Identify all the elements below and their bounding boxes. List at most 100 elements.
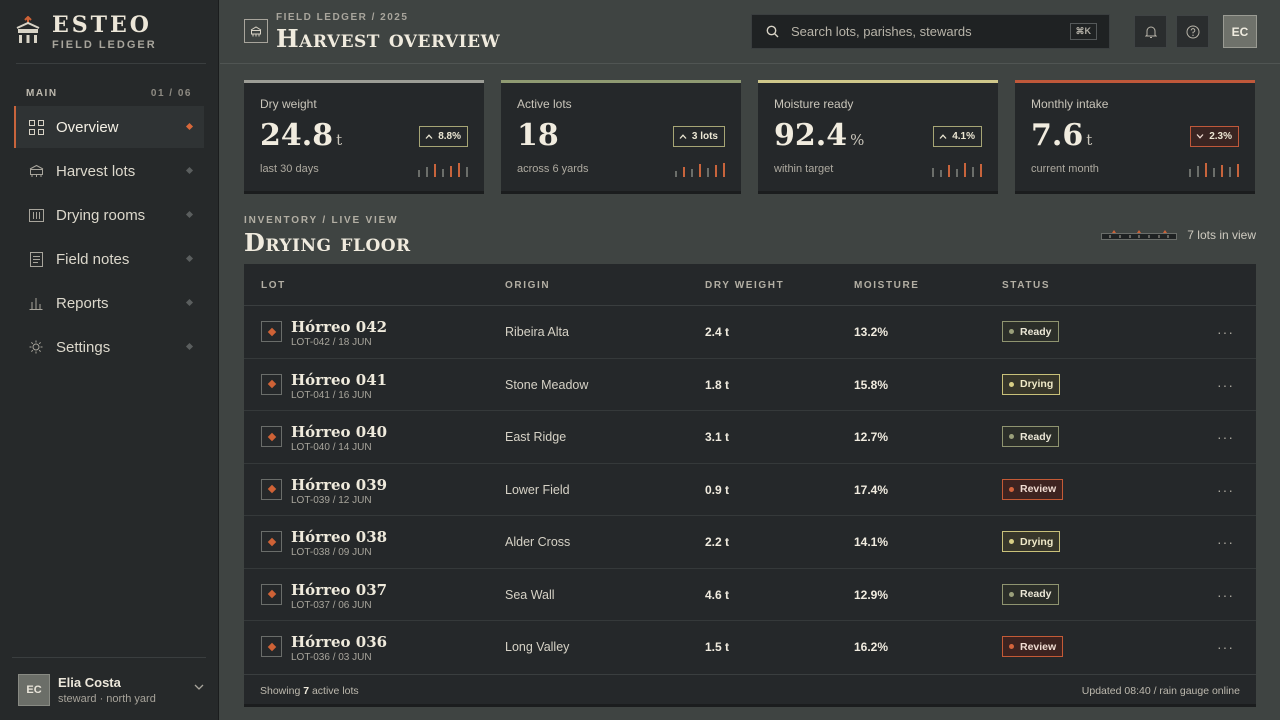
lot-marker-icon (261, 321, 282, 342)
help-button[interactable] (1176, 15, 1209, 48)
kpi-card-monthly-intake[interactable]: Monthly intake 7.6 t 2.3% current month (1015, 80, 1255, 194)
nav-item-overview[interactable]: Overview (14, 106, 204, 148)
more-actions-icon[interactable]: ··· (1217, 324, 1234, 340)
lot-origin: Lower Field (505, 482, 570, 497)
kpi-number: 24.8 (260, 118, 334, 153)
arrow-down-icon (1196, 134, 1204, 139)
lot-origin: East Ridge (505, 430, 567, 444)
status-badge: Drying (1002, 373, 1061, 395)
lot-name: Hórreo 042 (291, 318, 388, 336)
divider (16, 63, 206, 64)
brand[interactable]: ESTEO FIELD LEDGER (16, 14, 157, 51)
status-badge: Drying (1002, 531, 1061, 552)
top-bar: FIELD LEDGER / 2025 Harvest overview ⌘K … (220, 0, 1280, 64)
kpi-card-moisture-ready[interactable]: Moisture ready 92.4% 4.1% within target (758, 80, 998, 194)
nav-item-settings[interactable]: Settings (14, 326, 204, 368)
lot-origin: Sea Wall (505, 587, 555, 602)
table-row[interactable]: Hórreo 036 LOT-036 / 03 JUN Long Valley … (244, 621, 1256, 674)
shortcut-hint: ⌘K (1069, 23, 1097, 40)
status-label: Review (1020, 640, 1057, 653)
table-row[interactable]: Hórreo 037 LOT-037 / 06 JUN Sea Wall 4.6… (244, 569, 1256, 621)
table-row[interactable]: Hórreo 039 LOT-039 / 12 JUN Lower Field … (244, 464, 1256, 516)
nav-section-count: 01 / 06 (150, 88, 192, 99)
avatar: EC (18, 674, 50, 706)
search-bar[interactable]: ⌘K (751, 14, 1110, 49)
arrow-up-icon (425, 134, 433, 139)
kpi-value: 7.6 t (1031, 118, 1092, 153)
section-subtitle: INVENTORY / LIVE VIEW (244, 215, 399, 226)
lots-table: LOT ORIGIN DRY WEIGHT MOISTURE STATUS Hó… (244, 264, 1256, 707)
table-row[interactable]: Hórreo 038 LOT-038 / 09 JUN Alder Cross … (244, 516, 1256, 569)
breadcrumb: FIELD LEDGER / 2025 (276, 12, 409, 23)
table-row[interactable]: Hórreo 040 LOT-040 / 14 JUN East Ridge 3… (244, 411, 1256, 464)
more-actions-icon[interactable]: ··· (1217, 534, 1234, 550)
column-header-lot[interactable]: LOT (261, 280, 286, 291)
lot-dry-weight: 3.1 t (705, 430, 730, 444)
user-menu[interactable]: EC Elia Costa steward · north yard (18, 674, 208, 706)
trend-value: 2.3% (1209, 131, 1232, 142)
notifications-button[interactable] (1134, 15, 1167, 48)
lot-origin: Long Valley (505, 640, 570, 654)
page-title: Harvest overview (276, 24, 501, 53)
user-name: Elia Costa (58, 675, 121, 690)
nav-item-field-notes[interactable]: Field notes (14, 238, 204, 280)
kpi-note: current month (1031, 163, 1099, 175)
status-badge: Ready (1002, 321, 1059, 342)
column-header-origin[interactable]: ORIGIN (505, 280, 550, 291)
granary-icon (244, 19, 268, 43)
divider (12, 657, 206, 658)
bar-chart-icon (28, 295, 44, 311)
account-avatar[interactable]: EC (1223, 15, 1257, 48)
row-count-number: 7 (303, 685, 310, 697)
kpi-card-active-lots[interactable]: Active lots 18 3 lots across 6 yards (501, 80, 741, 194)
lot-marker-icon (261, 426, 282, 447)
kpi-unit: % (850, 131, 865, 149)
user-role: steward · north yard (58, 693, 156, 705)
more-actions-icon[interactable]: ··· (1217, 429, 1234, 445)
lot-moisture: 13.2% (854, 325, 889, 339)
sun-gear-icon (28, 339, 44, 355)
rack-icon (28, 207, 44, 223)
more-actions-icon[interactable]: ··· (1217, 377, 1234, 393)
nav-item-label: Harvest lots (56, 162, 136, 180)
column-header-status[interactable]: STATUS (1002, 280, 1050, 291)
nav-item-label: Reports (56, 294, 109, 312)
in-view-count: 7 lots in view (1187, 228, 1256, 242)
nav-item-label: Drying rooms (56, 206, 146, 224)
search-input[interactable] (791, 24, 1051, 39)
lot-id: LOT-036 / 03 JUN (291, 652, 372, 663)
kpi-label: Moisture ready (774, 97, 854, 111)
lot-name: Hórreo 040 (291, 423, 388, 441)
table-row[interactable]: Hórreo 041 LOT-041 / 16 JUN Stone Meadow… (244, 359, 1256, 411)
chevron-down-icon[interactable] (194, 684, 204, 690)
nav-indicator (185, 342, 194, 351)
brand-name: ESTEO (52, 12, 152, 38)
lot-origin: Stone Meadow (505, 377, 589, 392)
nav-item-drying-rooms[interactable]: Drying rooms (14, 194, 204, 236)
nav-item-harvest-lots[interactable]: Harvest lots (14, 150, 204, 192)
nav-section-header: MAIN 01 / 06 (26, 88, 192, 99)
nav-indicator (185, 298, 194, 307)
more-actions-icon[interactable]: ··· (1217, 639, 1234, 655)
sidebar: ESTEO FIELD LEDGER MAIN 01 / 06 Overview… (0, 0, 219, 720)
status-badge: Ready (1002, 426, 1059, 447)
kpi-card-dry-weight[interactable]: Dry weight 24.8 t 8.8% last 30 days (244, 80, 484, 194)
lot-id: LOT-042 / 18 JUN (291, 337, 372, 348)
granary-icon (28, 163, 44, 179)
bell-icon (1144, 26, 1157, 38)
grid-icon (28, 119, 44, 135)
column-header-dry-weight[interactable]: DRY WEIGHT (705, 280, 784, 291)
kpi-note: across 6 yards (517, 163, 589, 175)
status-label: Ready (1020, 430, 1052, 443)
more-actions-icon[interactable]: ··· (1217, 587, 1234, 603)
column-header-moisture[interactable]: MOISTURE (854, 280, 920, 291)
more-actions-icon[interactable]: ··· (1217, 482, 1234, 498)
table-row[interactable]: Hórreo 042 LOT-042 / 18 JUN Ribeira Alta… (244, 306, 1256, 359)
nav-item-reports[interactable]: Reports (14, 282, 204, 324)
lot-moisture: 12.7% (854, 430, 889, 444)
lot-marker-icon (261, 531, 282, 552)
kpi-number: 18 (517, 118, 559, 153)
brand-subtitle: FIELD LEDGER (52, 39, 157, 51)
kpi-unit: t (1086, 131, 1093, 149)
status-label: Drying (1020, 378, 1054, 390)
